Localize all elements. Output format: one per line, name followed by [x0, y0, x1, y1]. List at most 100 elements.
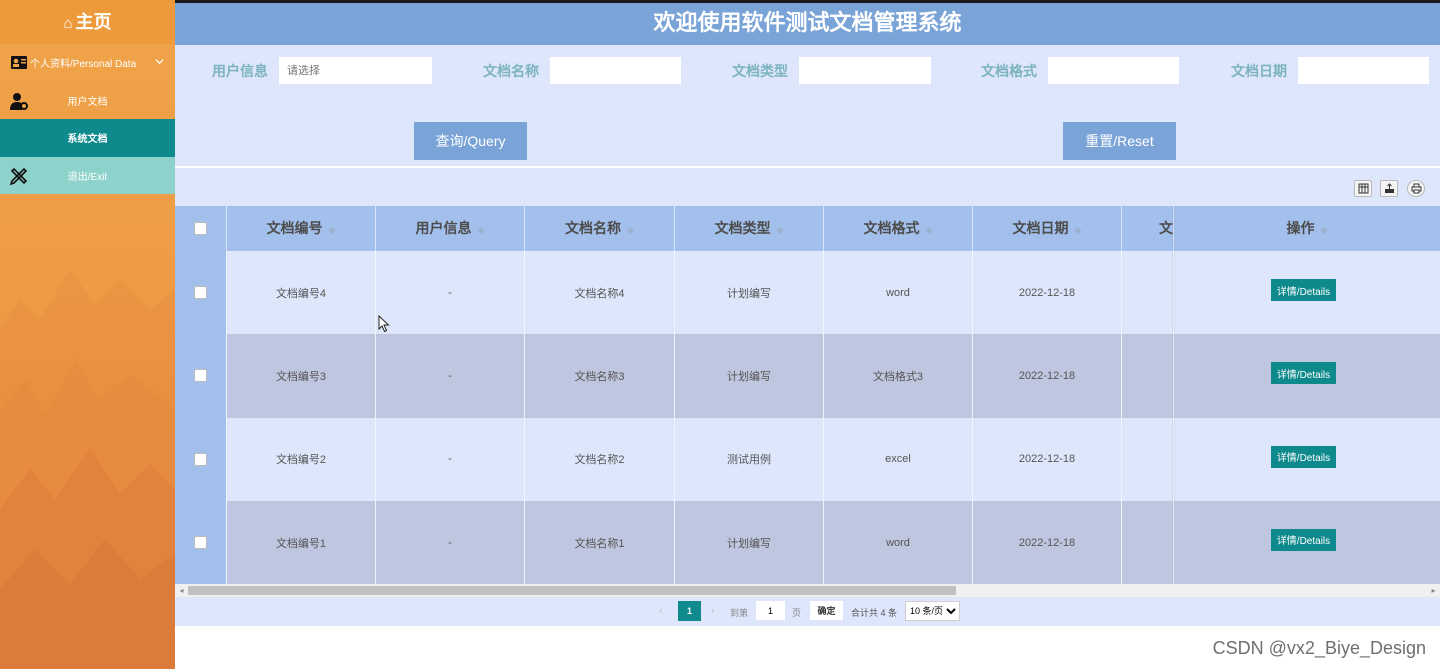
pencil-ruler-icon [9, 167, 28, 185]
row-checkbox[interactable] [194, 369, 207, 383]
horizontal-scrollbar[interactable]: ◂ ▸ [175, 584, 1440, 597]
sidebar-item-personal-data[interactable]: 个人资料/Personal Data [0, 44, 175, 82]
table-cell: 文档编号1 [227, 500, 376, 584]
column-header[interactable]: 文 [1122, 206, 1174, 251]
pagination: ‹ 1 › 到第 页 确定 合计共 4 条 10 条/页 [175, 597, 1440, 626]
row-checkbox[interactable] [194, 536, 207, 550]
table-cell: 文档名称1 [525, 500, 675, 584]
table-cell: 计划编写 [675, 251, 824, 335]
table-cell [1122, 334, 1174, 418]
column-header[interactable]: 文档日期 ◆ [973, 206, 1122, 251]
table-cell: 文档编号4 [227, 251, 376, 335]
details-button[interactable]: 详情/Details [1271, 279, 1336, 301]
table-cell: 文档名称2 [525, 417, 675, 501]
select-all-header [175, 206, 227, 251]
user-info-select[interactable] [279, 57, 432, 84]
page-unit-label: 页 [792, 608, 802, 618]
page-title: 欢迎使用软件测试文档管理系统 [175, 3, 1440, 45]
table-cell: word [824, 251, 973, 335]
page-number-current[interactable]: 1 [678, 601, 701, 621]
watermark: CSDN @vx2_Biye_Design [1212, 638, 1426, 658]
details-button[interactable]: 详情/Details [1271, 528, 1336, 551]
search-panel: 用户信息 文档名称 文档类型 文档格式 文档日期 查询/Query 重置/Res… [175, 45, 1440, 167]
prev-page-icon[interactable]: ‹ [659, 605, 663, 617]
doc-type-input[interactable] [799, 57, 931, 84]
next-page-icon[interactable]: › [711, 605, 715, 617]
doc-format-input[interactable] [1048, 57, 1179, 84]
sort-icon: ◆ [776, 225, 784, 235]
mountain-background [0, 269, 175, 669]
table-row[interactable]: 文档编号1- 文档名称1 计划编写 word 2022-12-18 详情/Details [175, 500, 1440, 584]
doc-date-input[interactable] [1298, 57, 1429, 84]
export-icon [1384, 183, 1394, 193]
row-select-cell [175, 500, 227, 584]
table-row[interactable]: 文档编号2- 文档名称2 测试用例 excel 2022-12-18 详情/Details [175, 417, 1440, 501]
app-root: ⌂ 主页 个人资料/Personal Data 用户文档 系统文档 退出/Exi… [0, 0, 1440, 669]
data-table: 文档编号 ◆ 用户信息 ◆ 文档名称 ◆ 文档类型 ◆ 文档格式 ◆ 文档日期 ◆ 文 操作… [175, 206, 1440, 584]
user-gear-icon [10, 92, 28, 110]
scroll-right-icon[interactable]: ▸ [1427, 584, 1440, 597]
goto-page-input[interactable] [756, 601, 785, 620]
table-toolbar [175, 168, 1440, 206]
logo-label: 主页 [75, 12, 112, 32]
table-cell: 2022-12-18 [973, 251, 1122, 335]
column-header-actions[interactable]: 操作 ◆ [1174, 206, 1440, 251]
row-checkbox[interactable] [194, 452, 207, 466]
table-cell: 文档编号2 [227, 417, 376, 501]
table-cell: - [376, 334, 525, 418]
reset-button[interactable]: 重置/Reset [1063, 122, 1176, 160]
column-header[interactable]: 文档名称 ◆ [525, 206, 675, 251]
table-cell: 文档格式3 [824, 334, 973, 418]
details-button[interactable]: 详情/Details [1271, 362, 1336, 385]
table-cell: 计划编写 [675, 334, 824, 418]
scrollbar-thumb[interactable] [188, 586, 956, 595]
sort-icon: ◆ [328, 225, 336, 235]
table-cell: word [824, 500, 973, 584]
chevron-down-icon [155, 59, 164, 65]
table-cell: 2022-12-18 [973, 334, 1122, 418]
sidebar-item-system-docs[interactable]: 系统文档 [0, 119, 175, 157]
sort-icon: ◆ [477, 225, 485, 235]
field-label: 文档格式 [981, 62, 1037, 79]
search-field-doc-format: 文档格式 [981, 57, 1179, 84]
row-select-cell [175, 417, 227, 501]
column-header[interactable]: 文档编号 ◆ [227, 206, 376, 251]
field-label: 文档类型 [732, 62, 788, 79]
select-all-checkbox[interactable] [194, 222, 207, 235]
sort-icon: ◆ [1320, 225, 1328, 235]
columns-button[interactable] [1354, 180, 1372, 197]
table-cell: 2022-12-18 [973, 417, 1122, 501]
columns-icon [1358, 183, 1368, 194]
goto-confirm-button[interactable]: 确定 [810, 601, 843, 620]
table-cell: 计划编写 [675, 500, 824, 584]
row-select-cell [175, 251, 227, 335]
query-button[interactable]: 查询/Query [414, 122, 527, 160]
sidebar-item-exit[interactable]: 退出/Exit [0, 156, 175, 194]
table-cell: - [376, 251, 525, 335]
table-cell: - [376, 417, 525, 501]
column-header[interactable]: 文档格式 ◆ [824, 206, 973, 251]
print-button[interactable] [1407, 180, 1425, 197]
field-label: 文档日期 [1231, 62, 1287, 79]
search-field-doc-date: 文档日期 [1231, 57, 1429, 84]
search-field-user-info: 用户信息 [212, 57, 432, 84]
sidebar-logo[interactable]: ⌂ 主页 [0, 0, 175, 44]
action-cell: 详情/Details [1174, 251, 1440, 334]
print-icon [1411, 183, 1421, 194]
column-header[interactable]: 文档类型 ◆ [675, 206, 824, 251]
table-cell: 测试用例 [675, 417, 824, 501]
table-cell: 文档名称4 [525, 251, 675, 335]
sort-icon: ◆ [925, 225, 933, 235]
column-header[interactable]: 用户信息 ◆ [376, 206, 525, 251]
table-row[interactable]: 文档编号3- 文档名称3 计划编写 文档格式3 2022-12-18 详情/Details [175, 334, 1440, 418]
details-button[interactable]: 详情/Details [1271, 445, 1336, 468]
page-size-select[interactable]: 10 条/页 [905, 601, 960, 621]
action-cell: 详情/Details [1174, 501, 1440, 584]
sort-icon: ◆ [627, 225, 634, 235]
sidebar-item-user-docs[interactable]: 用户文档 [0, 82, 175, 120]
row-checkbox[interactable] [194, 286, 207, 300]
table-row[interactable]: 文档编号4- 文档名称4 计划编写 word 2022-12-18 详情/Details [175, 251, 1440, 335]
export-button[interactable] [1380, 180, 1398, 197]
doc-name-input[interactable] [550, 57, 681, 84]
scroll-left-icon[interactable]: ◂ [175, 584, 188, 597]
